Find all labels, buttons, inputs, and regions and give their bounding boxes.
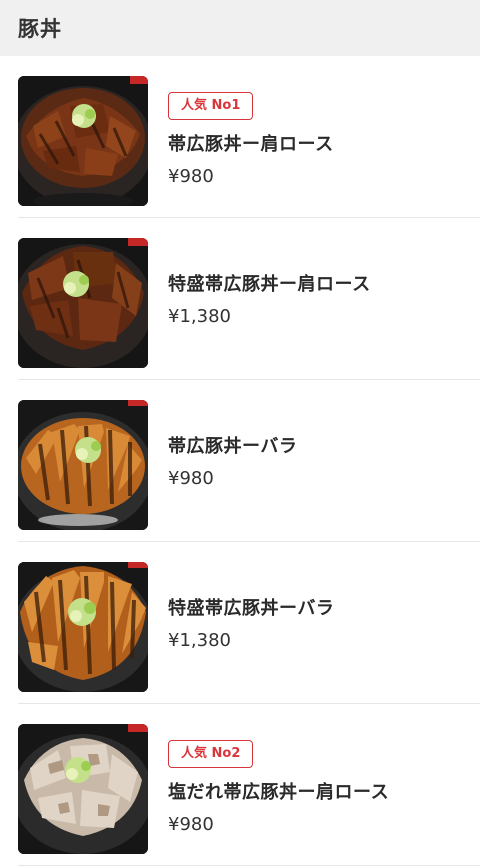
menu-item[interactable]: 特盛帯広豚丼ー肩ロース ¥1,380 [0,218,480,380]
large-pork-belly-bowl-photo [18,562,148,692]
menu-item[interactable]: 人気 No1 帯広豚丼ー肩ロース ¥980 [0,56,480,218]
item-price: ¥980 [168,166,214,187]
item-info: 特盛帯広豚丼ー肩ロース ¥1,380 [168,218,470,380]
salt-sauce-pork-bowl-photo [18,724,148,854]
menu-item[interactable]: 人気 No2 塩だれ帯広豚丼ー肩ロース ¥980 [0,704,480,866]
menu-item[interactable]: 帯広豚丼ーバラ ¥980 [0,380,480,542]
menu-item[interactable]: 特盛帯広豚丼ーバラ ¥1,380 [0,542,480,704]
pork-loin-bowl-photo [18,76,148,206]
menu-page: 豚丼 人気 No1 帯広豚丼ー肩ロース ¥980 特盛帯広豚丼ー肩ロース ¥1,… [0,0,480,866]
item-price: ¥980 [168,814,214,835]
popularity-badge: 人気 No2 [168,740,254,768]
popularity-badge: 人気 No1 [168,92,254,120]
item-name: 特盛帯広豚丼ー肩ロース [168,274,371,295]
large-pork-loin-bowl-photo [18,238,148,368]
item-price: ¥980 [168,468,214,489]
item-name: 塩だれ帯広豚丼ー肩ロース [168,782,390,803]
item-name: 特盛帯広豚丼ーバラ [168,598,335,619]
category-header: 豚丼 [0,0,480,56]
item-info: 人気 No1 帯広豚丼ー肩ロース ¥980 [168,56,470,218]
item-info: 人気 No2 塩だれ帯広豚丼ー肩ロース ¥980 [168,704,470,866]
item-price: ¥1,380 [168,306,231,327]
menu-list: 人気 No1 帯広豚丼ー肩ロース ¥980 特盛帯広豚丼ー肩ロース ¥1,380… [0,56,480,866]
pork-belly-bowl-photo [18,400,148,530]
item-info: 特盛帯広豚丼ーバラ ¥1,380 [168,542,470,704]
item-name: 帯広豚丼ー肩ロース [168,134,334,155]
item-price: ¥1,380 [168,630,231,651]
category-title: 豚丼 [18,17,62,41]
item-name: 帯広豚丼ーバラ [168,436,298,457]
item-info: 帯広豚丼ーバラ ¥980 [168,380,470,542]
